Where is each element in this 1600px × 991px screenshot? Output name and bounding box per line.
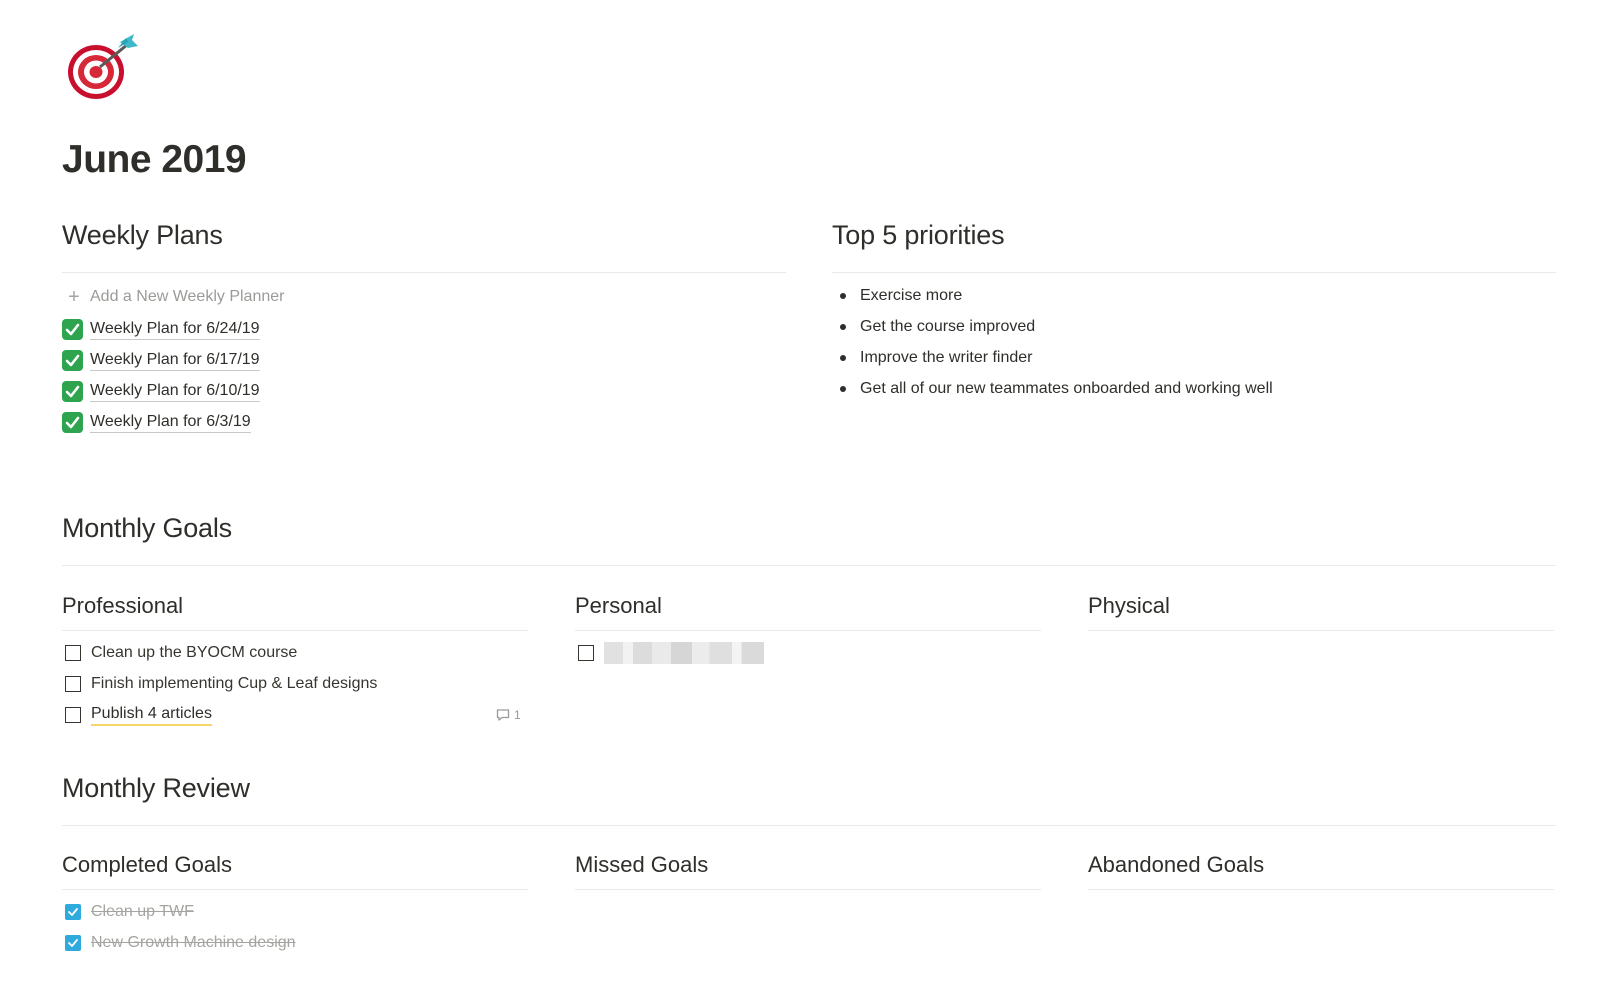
divider [62, 630, 528, 631]
divider [62, 565, 1556, 566]
divider [1088, 630, 1554, 631]
todo-item[interactable]: Clean up TWF [62, 899, 194, 925]
weekly-plan-link[interactable]: Weekly Plan for 6/3/19 [62, 409, 251, 435]
todo-label: Clean up TWF [91, 903, 194, 920]
priority-label: Get all of our new teammates onboarded a… [860, 380, 1273, 397]
check-mark-button-icon [62, 318, 83, 340]
monthly-review-heading: Monthly Review [62, 773, 250, 803]
comment-count-button[interactable]: 1 [496, 708, 521, 722]
page: June 2019 Weekly Plans + Add a New Weekl… [0, 0, 1600, 991]
add-weekly-planner-label: Add a New Weekly Planner [90, 288, 285, 305]
todo-label: Clean up the BYOCM course [91, 644, 298, 661]
divider [62, 889, 528, 890]
todo-item[interactable]: Publish 4 articles [62, 702, 212, 728]
check-mark-button-icon [62, 380, 83, 402]
list-item[interactable]: Get all of our new teammates onboarded a… [830, 376, 1273, 402]
todo-item[interactable]: New Growth Machine design [62, 930, 296, 956]
bullet-icon [840, 386, 846, 392]
divider [62, 272, 786, 273]
page-title: June 2019 [62, 138, 247, 181]
todo-label: New Growth Machine design [91, 934, 296, 951]
redacted-text [604, 642, 764, 664]
todo-label: Finish implementing Cup & Leaf designs [91, 675, 378, 692]
physical-heading: Physical [1088, 593, 1170, 618]
target-dart-icon[interactable] [62, 32, 142, 102]
todo-item[interactable]: Finish implementing Cup & Leaf designs [62, 671, 377, 697]
list-item[interactable]: Improve the writer finder [830, 345, 1033, 371]
add-weekly-planner-button[interactable]: + Add a New Weekly Planner [64, 284, 284, 310]
list-item[interactable]: Exercise more [830, 283, 962, 309]
weekly-plan-link[interactable]: Weekly Plan for 6/17/19 [62, 347, 260, 373]
weekly-plan-link[interactable]: Weekly Plan for 6/24/19 [62, 316, 260, 342]
checkbox[interactable] [65, 707, 81, 723]
priority-label: Exercise more [860, 287, 963, 304]
comment-icon [496, 708, 510, 722]
abandoned-goals-heading: Abandoned Goals [1088, 852, 1265, 877]
checkbox-checked[interactable] [65, 935, 81, 951]
todo-item[interactable]: Clean up the BYOCM course [62, 640, 297, 666]
weekly-plans-heading: Weekly Plans [62, 220, 223, 250]
divider [832, 272, 1556, 273]
weekly-plan-label: Weekly Plan for 6/17/19 [90, 350, 260, 371]
missed-goals-heading: Missed Goals [575, 852, 709, 877]
divider [62, 825, 1556, 826]
priority-label: Improve the writer finder [860, 349, 1033, 366]
weekly-plan-label: Weekly Plan for 6/10/19 [90, 381, 260, 402]
weekly-plan-label: Weekly Plan for 6/24/19 [90, 319, 260, 340]
bullet-icon [840, 355, 846, 361]
divider [575, 889, 1041, 890]
divider [575, 630, 1041, 631]
checkbox[interactable] [65, 645, 81, 661]
monthly-goals-heading: Monthly Goals [62, 513, 232, 543]
list-item[interactable]: Get the course improved [830, 314, 1035, 340]
bullet-icon [840, 293, 846, 299]
priority-label: Get the course improved [860, 318, 1036, 335]
checkmark-icon [68, 908, 78, 916]
checkbox-checked[interactable] [65, 904, 81, 920]
checkbox[interactable] [578, 645, 594, 661]
weekly-plan-link[interactable]: Weekly Plan for 6/10/19 [62, 378, 260, 404]
check-mark-button-icon [62, 349, 83, 371]
todo-item[interactable] [575, 640, 764, 666]
completed-goals-heading: Completed Goals [62, 852, 232, 877]
priorities-heading: Top 5 priorities [832, 220, 1005, 250]
bullet-icon [840, 324, 846, 330]
checkbox[interactable] [65, 676, 81, 692]
checkmark-icon [68, 939, 78, 947]
comment-count: 1 [514, 708, 521, 722]
personal-heading: Personal [575, 593, 662, 618]
weekly-plan-label: Weekly Plan for 6/3/19 [90, 412, 251, 433]
divider [1088, 889, 1554, 890]
check-mark-button-icon [62, 411, 83, 433]
professional-heading: Professional [62, 593, 184, 618]
todo-label: Publish 4 articles [91, 704, 212, 726]
plus-icon: + [68, 286, 80, 308]
